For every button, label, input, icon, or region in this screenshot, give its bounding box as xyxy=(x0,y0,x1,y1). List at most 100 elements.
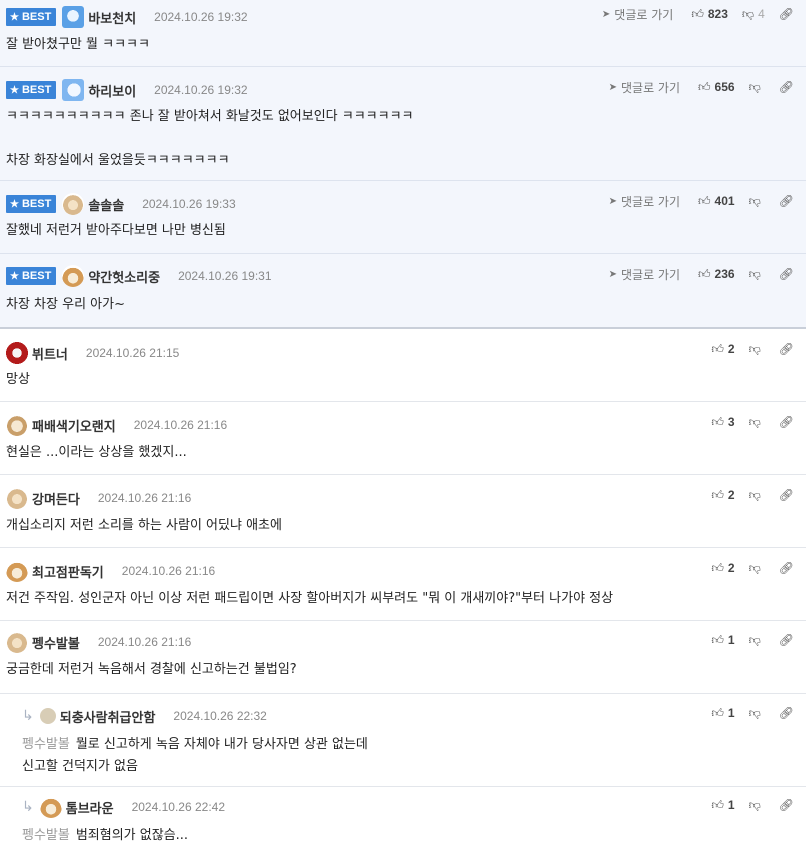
avatar[interactable] xyxy=(62,265,85,287)
downvote-button[interactable]: 👎︎ xyxy=(749,80,765,95)
upvote-button[interactable]: 👍︎ 2 xyxy=(711,342,734,357)
thumbs-up-icon: 👍︎ xyxy=(711,705,724,720)
thumbs-down-icon: 👎︎ xyxy=(748,341,761,356)
nickname[interactable]: 약간헛소리중 xyxy=(88,267,160,286)
reply-arrow-icon: ↳ xyxy=(22,799,34,815)
comment-date: 2024.10.26 21:16 xyxy=(97,491,192,505)
downvote-button[interactable]: 👎︎ xyxy=(749,633,765,648)
mention[interactable]: 펭수발볼 xyxy=(22,737,70,752)
thumbs-up-icon: 👍︎ xyxy=(711,797,724,812)
avatar[interactable] xyxy=(6,487,28,509)
downvote-button[interactable]: 👎︎ xyxy=(749,342,765,357)
nickname[interactable]: 바보천치 xyxy=(88,8,136,27)
downvote-button[interactable]: 👎︎ xyxy=(749,706,765,721)
avatar[interactable] xyxy=(6,560,28,582)
nickname[interactable]: 되충사람취급안함 xyxy=(60,707,156,726)
thumbs-up-icon: 👍︎ xyxy=(711,487,724,502)
upvote-button[interactable]: 👍︎ 401 xyxy=(698,194,735,209)
downvote-button[interactable]: 👎︎ xyxy=(749,488,765,503)
send-arrow-icon: ➤ xyxy=(608,195,617,207)
nickname[interactable]: 최고점판독기 xyxy=(32,562,104,581)
avatar[interactable] xyxy=(62,6,85,28)
comment-date: 2024.10.26 19:32 xyxy=(154,83,248,97)
link-button[interactable]: 🔗︎ xyxy=(779,7,798,21)
link-button[interactable]: 🔗︎ xyxy=(779,267,798,281)
upvote-button[interactable]: 👍︎ 2 xyxy=(711,561,734,576)
link-button[interactable]: 🔗︎ xyxy=(779,561,798,575)
link-button[interactable]: 🔗︎ xyxy=(779,415,798,429)
star-icon: ★ xyxy=(10,270,19,282)
nickname[interactable]: 톰브라운 xyxy=(66,798,114,817)
avatar[interactable] xyxy=(6,342,28,364)
thumbs-down-icon: 👎︎ xyxy=(748,560,761,575)
thumbs-up-icon: 👍︎ xyxy=(698,193,711,208)
goto-comment-link[interactable]: ➤ 댓글로 가기 xyxy=(609,79,680,96)
comment-date: 2024.10.26 21:15 xyxy=(85,346,180,360)
link-button[interactable]: 🔗︎ xyxy=(779,342,798,356)
nickname[interactable]: 뷔트너 xyxy=(32,344,68,363)
avatar[interactable] xyxy=(6,631,28,653)
reply-comment: ↳ 톰브라운 2024.10.26 22:42 👍︎ 1 👎︎ 🔗︎ 펭수발볼 범죄… xyxy=(0,787,806,860)
thumbs-down-icon: 👎︎ xyxy=(748,705,761,720)
upvote-button[interactable]: 👍︎ 1 xyxy=(711,706,734,721)
link-button[interactable]: 🔗︎ xyxy=(779,194,798,208)
comment-date: 2024.10.26 19:33 xyxy=(142,197,236,211)
goto-comment-link[interactable]: ➤ 댓글로 가기 xyxy=(609,193,680,210)
best-comment: ★ BEST 하리보이 2024.10.26 19:32 ➤ 댓글로 가기 👍︎ 65… xyxy=(0,67,806,181)
upvote-button[interactable]: 👍︎ 1 xyxy=(711,633,734,648)
link-icon: 🔗︎ xyxy=(778,415,794,429)
nickname[interactable]: 패배색기오랜지 xyxy=(32,416,116,435)
link-button[interactable]: 🔗︎ xyxy=(779,798,798,812)
link-button[interactable]: 🔗︎ xyxy=(779,633,798,647)
goto-comment-link[interactable]: ➤ 댓글로 가기 xyxy=(609,266,680,283)
comment-date: 2024.10.26 22:32 xyxy=(173,709,267,723)
nickname[interactable]: 하리보이 xyxy=(88,81,136,100)
downvote-button[interactable]: 👎︎ xyxy=(749,798,765,813)
nickname[interactable]: 펭수발볼 xyxy=(32,633,80,652)
link-button[interactable]: 🔗︎ xyxy=(779,488,798,502)
reply-body: 펭수발볼 범죄혐의가 없잖슴... xyxy=(22,825,188,847)
best-comment: ★ BEST 바보천치 2024.10.26 19:32 ➤ 댓글로 가기 👍︎ 82… xyxy=(0,0,806,67)
upvote-button[interactable]: 👍︎ 3 xyxy=(711,415,734,430)
thumbs-down-icon: 👎︎ xyxy=(748,797,761,812)
comment-date: 2024.10.26 19:31 xyxy=(178,269,272,283)
comment-date: 2024.10.26 19:32 xyxy=(154,10,248,24)
thumbs-up-icon: 👍︎ xyxy=(711,560,724,575)
link-icon: 🔗︎ xyxy=(778,342,794,356)
star-icon: ★ xyxy=(10,11,19,23)
link-button[interactable]: 🔗︎ xyxy=(779,706,798,720)
nickname[interactable]: 솔솔솔 xyxy=(88,195,124,214)
link-button[interactable]: 🔗︎ xyxy=(779,80,798,94)
comment: 강며든다 2024.10.26 21:16 👍︎ 2 👎︎ 🔗︎ 개십소리지 저런… xyxy=(0,475,806,548)
avatar[interactable] xyxy=(39,708,56,724)
downvote-button[interactable]: 👎︎ xyxy=(749,267,765,282)
nickname[interactable]: 강며든다 xyxy=(32,489,80,508)
link-icon: 🔗︎ xyxy=(778,80,794,94)
downvote-button[interactable]: 👎︎ xyxy=(749,561,765,576)
downvote-button[interactable]: 👎︎ xyxy=(749,194,765,209)
link-icon: 🔗︎ xyxy=(778,267,794,281)
thumbs-up-icon: 👍︎ xyxy=(711,341,724,356)
avatar[interactable] xyxy=(6,414,28,436)
downvote-button[interactable]: 👎︎ xyxy=(749,415,765,430)
upvote-button[interactable]: 👍︎ 656 xyxy=(698,80,735,95)
comment: 뷔트너 2024.10.26 21:15 👍︎ 2 👎︎ 🔗︎ 망상 xyxy=(0,329,806,402)
send-arrow-icon: ➤ xyxy=(601,8,611,20)
avatar[interactable] xyxy=(62,79,85,101)
avatar[interactable] xyxy=(39,796,62,818)
reply-body: 펭수발볼 뭘로 신고하게 녹음 자체야 내가 당사자면 상관 없는데 신고할 건덕… xyxy=(22,734,368,778)
mention[interactable]: 펭수발볼 xyxy=(22,828,70,843)
goto-comment-link[interactable]: ➤ 댓글로 가기 xyxy=(602,6,673,23)
upvote-button[interactable]: 👍︎ 823 xyxy=(691,7,728,22)
reply-comment: ↳ 되충사람취급안함 2024.10.26 22:32 👍︎ 1 👎︎ 🔗︎ 펭수… xyxy=(0,694,806,787)
comment-date: 2024.10.26 21:16 xyxy=(133,418,228,432)
upvote-button[interactable]: 👍︎ 1 xyxy=(711,798,734,813)
upvote-button[interactable]: 👍︎ 236 xyxy=(698,267,735,282)
downvote-button[interactable]: 👎︎ 4 xyxy=(742,7,765,22)
avatar[interactable] xyxy=(62,193,85,215)
upvote-button[interactable]: 👍︎ 2 xyxy=(711,488,734,503)
comment-text: 개십소리지 저런 소리를 하는 사람이 어딨냐 애초에 xyxy=(6,518,282,533)
link-icon: 🔗︎ xyxy=(778,561,794,575)
thumbs-down-icon: 👎︎ xyxy=(748,79,761,94)
thumbs-down-icon: 👎︎ xyxy=(748,487,761,502)
